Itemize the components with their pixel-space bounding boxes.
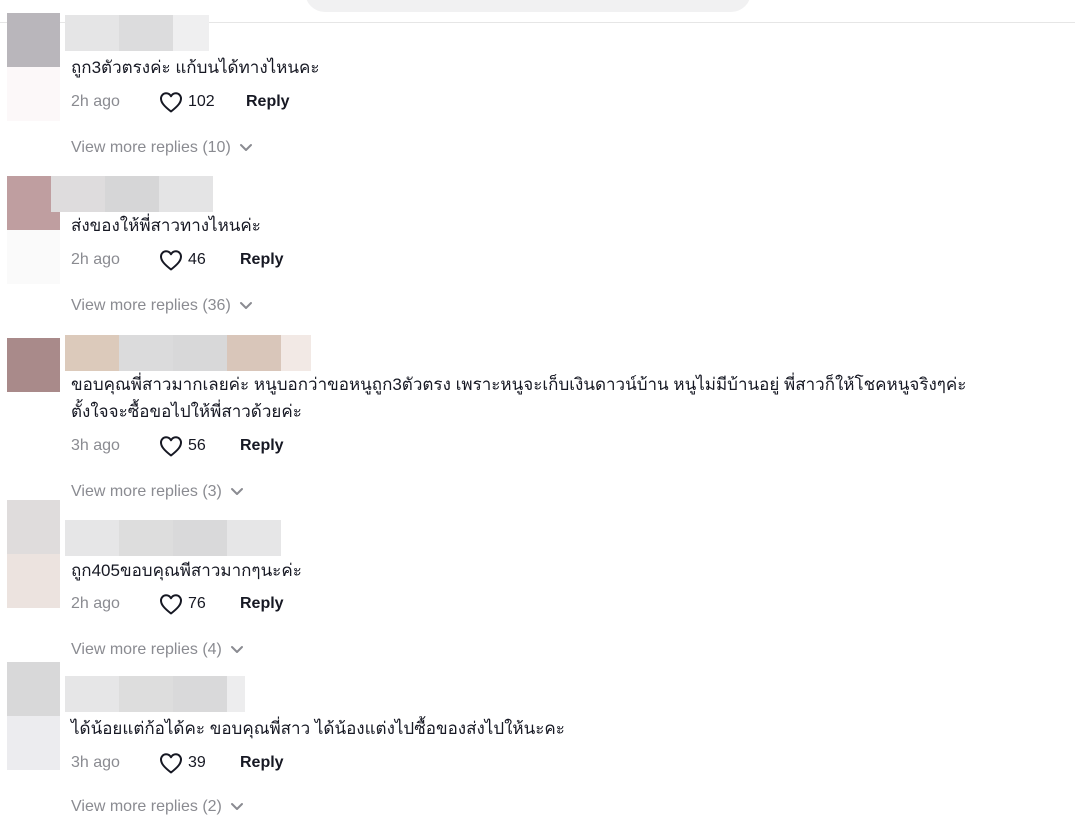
- comment-time: 2h ago: [71, 251, 120, 268]
- chevron-down-icon: [239, 302, 252, 309]
- like-count: 46: [188, 251, 206, 268]
- chevron-down-icon: [230, 488, 243, 495]
- view-more-replies-label: View more replies (36): [71, 297, 231, 314]
- comment-text-line: ตั้งใจจะซื้อขอไปให้พี่สาวด้วยค่ะ: [71, 402, 302, 421]
- avatar[interactable]: [7, 13, 60, 121]
- comment-meta: 2h ago 46 Reply: [71, 248, 284, 272]
- comment-text-line: ได้น้อยแต่ก้อได้คะ ขอบคุณพี่สาว ได้น้องแ…: [71, 719, 565, 738]
- comment-text: ได้น้อยแต่ก้อได้คะ ขอบคุณพี่สาว ได้น้องแ…: [71, 715, 565, 742]
- like-count: 56: [188, 437, 206, 454]
- username-blurred[interactable]: [65, 15, 209, 51]
- reply-button[interactable]: Reply: [246, 93, 290, 111]
- view-more-replies[interactable]: View more replies (36): [71, 297, 253, 315]
- like-button[interactable]: 76: [159, 593, 240, 615]
- username-blurred[interactable]: [65, 676, 245, 712]
- comment-meta: 3h ago 39 Reply: [71, 751, 284, 775]
- heart-outline-icon[interactable]: [159, 249, 183, 271]
- comment-text-line: ขอบคุณพี่สาวมากเลยค่ะ หนูบอกว่าขอหนูถูก3…: [71, 375, 967, 394]
- like-button[interactable]: 46: [159, 249, 240, 271]
- chevron-down-icon: [230, 646, 243, 653]
- avatar[interactable]: [7, 662, 60, 770]
- comment-text: ถูก405ขอบคุณพีสาวมากๆนะค่ะ: [71, 557, 302, 584]
- comment-text: ขอบคุณพี่สาวมากเลยค่ะ หนูบอกว่าขอหนูถูก3…: [71, 371, 966, 425]
- view-more-replies-label: View more replies (10): [71, 139, 231, 156]
- comment-text: ถูก3ตัวตรงค่ะ แก้บนได้ทางไหนคะ: [71, 54, 320, 81]
- avatar[interactable]: [7, 500, 60, 608]
- reply-button[interactable]: Reply: [240, 754, 284, 772]
- heart-outline-icon[interactable]: [159, 91, 183, 113]
- chevron-down-icon: [239, 144, 252, 151]
- heart-outline-icon[interactable]: [159, 593, 183, 615]
- view-more-replies-label: View more replies (4): [71, 641, 222, 658]
- chevron-down-icon: [230, 803, 243, 810]
- comment-text-line: ส่งของให้พี่สาวทางไหนค่ะ: [71, 216, 261, 235]
- like-button[interactable]: 102: [159, 91, 246, 113]
- username-blurred[interactable]: [65, 520, 281, 556]
- comment-text-line: ถูก405ขอบคุณพีสาวมากๆนะค่ะ: [71, 561, 302, 580]
- view-more-replies[interactable]: View more replies (2): [71, 798, 244, 816]
- comment-text: ส่งของให้พี่สาวทางไหนค่ะ: [71, 212, 261, 239]
- comment-time: 3h ago: [71, 437, 120, 454]
- like-count: 76: [188, 595, 206, 612]
- avatar[interactable]: [7, 338, 60, 446]
- like-button[interactable]: 56: [159, 435, 240, 457]
- comment-meta: 3h ago 56 Reply: [71, 434, 284, 458]
- reply-button[interactable]: Reply: [240, 251, 284, 269]
- view-more-replies[interactable]: View more replies (4): [71, 641, 244, 659]
- username-blurred[interactable]: [51, 176, 213, 212]
- heart-outline-icon[interactable]: [159, 435, 183, 457]
- reply-button[interactable]: Reply: [240, 595, 284, 613]
- view-more-replies[interactable]: View more replies (3): [71, 483, 244, 501]
- view-more-replies[interactable]: View more replies (10): [71, 139, 253, 157]
- comment-text-line: ถูก3ตัวตรงค่ะ แก้บนได้ทางไหนคะ: [71, 58, 320, 77]
- heart-outline-icon[interactable]: [159, 752, 183, 774]
- username-blurred[interactable]: [65, 335, 311, 371]
- comment-time: 2h ago: [71, 595, 120, 612]
- comment-meta: 2h ago 76 Reply: [71, 592, 284, 616]
- like-count: 102: [188, 93, 215, 110]
- view-more-replies-label: View more replies (2): [71, 798, 222, 815]
- comment-time: 2h ago: [71, 93, 120, 110]
- view-more-replies-label: View more replies (3): [71, 483, 222, 500]
- search-input[interactable]: [305, 0, 751, 12]
- like-button[interactable]: 39: [159, 752, 240, 774]
- comment-time: 3h ago: [71, 754, 120, 771]
- like-count: 39: [188, 754, 206, 771]
- reply-button[interactable]: Reply: [240, 437, 284, 455]
- comment-meta: 2h ago 102 Reply: [71, 90, 290, 114]
